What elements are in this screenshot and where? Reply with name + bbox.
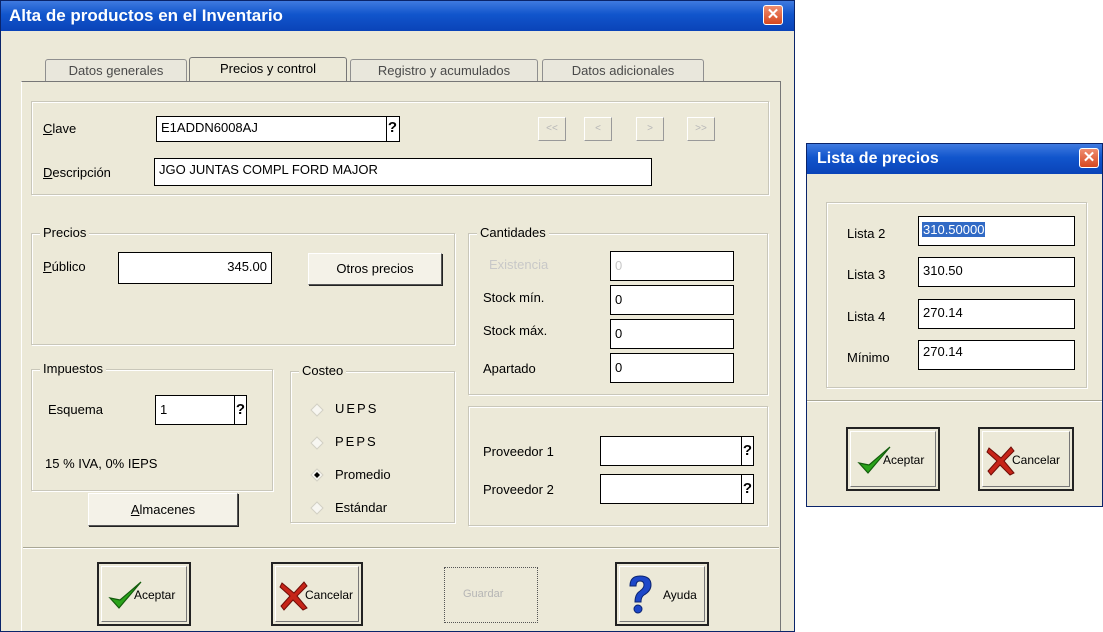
precios-legend: Precios bbox=[40, 225, 90, 240]
stock-max-label: Stock máx. bbox=[483, 323, 548, 338]
clave-input[interactable]: E1ADDN6008AJ bbox=[156, 116, 400, 142]
close-icon[interactable]: ✕ bbox=[763, 5, 783, 25]
proveedor1-help-icon[interactable]: ? bbox=[741, 437, 753, 465]
clave-label: Clave bbox=[43, 121, 77, 136]
radio-ueps[interactable] bbox=[310, 403, 324, 417]
publico-input[interactable]: 345.00 bbox=[118, 252, 272, 284]
price-aceptar-button[interactable]: Aceptar bbox=[846, 427, 940, 491]
proveedores-group bbox=[468, 406, 768, 526]
aceptar-button[interactable]: Aceptar bbox=[97, 562, 191, 626]
price-row-input[interactable]: 270.14 bbox=[918, 340, 1075, 370]
price-cancelar-button[interactable]: Cancelar bbox=[978, 427, 1074, 491]
help-question-icon[interactable]: ? bbox=[386, 117, 398, 141]
price-titlebar[interactable]: Lista de precios ✕ bbox=[807, 144, 1102, 174]
stock-min-input[interactable]: 0 bbox=[610, 285, 734, 315]
apartado-label: Apartado bbox=[483, 361, 536, 376]
price-row-label: Mínimo bbox=[847, 350, 890, 365]
descripcion-input[interactable]: JGO JUNTAS COMPL FORD MAJOR bbox=[154, 158, 652, 186]
cancelar-button[interactable]: Cancelar bbox=[271, 562, 363, 626]
impuestos-summary: 15 % IVA, 0% IEPS bbox=[45, 456, 158, 471]
costeo-option-estandar: Estándar bbox=[335, 500, 388, 515]
radio-estandar[interactable] bbox=[310, 501, 324, 515]
otros-precios-button[interactable]: Otros precios bbox=[308, 253, 442, 285]
tab-datos-adicionales[interactable]: Datos adicionales bbox=[542, 59, 704, 81]
price-footer-separator bbox=[807, 400, 1102, 402]
price-row-input[interactable]: 310.50 bbox=[918, 257, 1075, 287]
impuestos-group: Impuestos bbox=[31, 361, 273, 491]
price-row-label: Lista 2 bbox=[847, 226, 886, 241]
esquema-label: Esquema bbox=[48, 402, 103, 417]
existencia-label: Existencia bbox=[489, 257, 549, 272]
apartado-input[interactable]: 0 bbox=[610, 353, 734, 383]
stock-min-label: Stock mín. bbox=[483, 290, 545, 305]
costeo-option-peps: PEPS bbox=[335, 434, 378, 449]
main-window-title: Alta de productos en el Inventario bbox=[9, 6, 283, 25]
price-close-icon[interactable]: ✕ bbox=[1079, 148, 1099, 168]
tab-registro-y-acumulados[interactable]: Registro y acumulados bbox=[350, 59, 538, 81]
radio-promedio[interactable] bbox=[310, 468, 324, 482]
publico-label: Público bbox=[43, 259, 86, 274]
price-row-input[interactable]: 310.50000 bbox=[918, 216, 1075, 246]
cancelar-label: Cancelar bbox=[305, 588, 354, 602]
price-cancelar-label: Cancelar bbox=[1012, 453, 1061, 467]
stock-max-input[interactable]: 0 bbox=[610, 319, 734, 349]
proveedor1-label: Proveedor 1 bbox=[483, 444, 554, 459]
main-titlebar[interactable]: Alta de productos en el Inventario ✕ bbox=[1, 1, 794, 31]
price-row-selected-value: 310.50000 bbox=[922, 222, 986, 237]
descripcion-label: Descripción bbox=[43, 165, 111, 180]
cantidades-legend: Cantidades bbox=[477, 225, 549, 240]
price-row-label: Lista 4 bbox=[847, 309, 886, 324]
nav-last-button[interactable]: >> bbox=[687, 117, 715, 141]
almacenes-label-rest: lmacenes bbox=[139, 502, 196, 517]
footer-separator bbox=[23, 547, 779, 549]
proveedor2-label: Proveedor 2 bbox=[483, 482, 554, 497]
impuestos-legend: Impuestos bbox=[40, 361, 106, 376]
esquema-help-icon[interactable]: ? bbox=[234, 396, 246, 424]
almacenes-button[interactable]: Almacenes bbox=[88, 493, 238, 526]
ayuda-label: Ayuda bbox=[663, 588, 697, 602]
aceptar-label: Aceptar bbox=[134, 588, 176, 602]
help-icon bbox=[629, 575, 652, 614]
guardar-label: Guardar bbox=[463, 588, 504, 600]
costeo-legend: Costeo bbox=[299, 363, 347, 378]
nav-prev-button[interactable]: < bbox=[584, 117, 612, 141]
almacenes-label: A bbox=[130, 502, 140, 517]
tab-datos-generales[interactable]: Datos generales bbox=[45, 59, 187, 81]
price-row-input[interactable]: 270.14 bbox=[918, 299, 1075, 329]
tab-precios-y-control[interactable]: Precios y control bbox=[189, 57, 347, 82]
proveedor1-input[interactable] bbox=[600, 436, 754, 466]
nav-next-button[interactable]: > bbox=[636, 117, 664, 141]
costeo-option-promedio: Promedio bbox=[335, 467, 391, 482]
proveedor2-help-icon[interactable]: ? bbox=[741, 475, 753, 503]
proveedor2-input[interactable] bbox=[600, 474, 754, 504]
radio-peps[interactable] bbox=[310, 436, 324, 450]
existencia-input: 0 bbox=[610, 251, 734, 281]
price-list-window: Lista de precios ✕ Lista 2 310.50000 Lis… bbox=[806, 143, 1103, 507]
costeo-option-ueps: UEPS bbox=[335, 401, 379, 416]
main-window: Alta de productos en el Inventario ✕ Dat… bbox=[0, 0, 795, 632]
price-aceptar-label: Aceptar bbox=[883, 453, 925, 467]
precios-group: Precios bbox=[31, 225, 455, 345]
otros-precios-label: Otros precios bbox=[336, 261, 414, 276]
nav-first-button[interactable]: << bbox=[538, 117, 566, 141]
price-window-title: Lista de precios bbox=[817, 150, 939, 167]
ayuda-button[interactable]: Ayuda bbox=[615, 562, 709, 626]
price-row-label: Lista 3 bbox=[847, 267, 886, 282]
guardar-button-disabled: Guardar bbox=[444, 567, 538, 623]
